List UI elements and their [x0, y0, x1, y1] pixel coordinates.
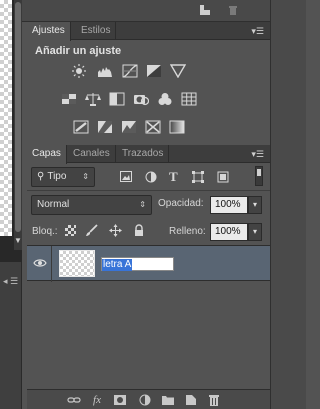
opacity-dropdown-arrow-icon[interactable]: ▾	[248, 196, 262, 214]
filter-kind-dropdown[interactable]: ⚲ Tipo ⇕	[31, 167, 95, 187]
color-lookup-icon[interactable]	[181, 92, 197, 106]
visibility-divider	[51, 246, 52, 282]
panel-menu-icon[interactable]: ◂ ☰	[3, 276, 18, 287]
fill-label: Relleno:	[169, 226, 206, 237]
posterize-icon[interactable]	[97, 120, 113, 134]
link-icon[interactable]	[67, 393, 81, 407]
layer-name-input[interactable]: letra A	[101, 257, 174, 271]
text-filter-icon[interactable]: T	[169, 169, 178, 185]
opacity-field[interactable]: 100%	[210, 196, 248, 214]
right-dock-strip	[270, 0, 306, 409]
threshold-icon[interactable]	[121, 120, 137, 134]
invert-icon[interactable]	[73, 120, 89, 134]
image-filter-icon[interactable]	[120, 171, 132, 182]
opacity-label: Opacidad:	[158, 198, 204, 209]
layers-tabbar: Capas Canales Trazados ▾☰	[27, 145, 270, 164]
black-white-icon[interactable]	[109, 92, 125, 106]
photo-filter-icon[interactable]	[133, 92, 149, 106]
curves-icon[interactable]	[122, 64, 138, 78]
panel-menu-icon[interactable]: ▾☰	[251, 22, 264, 40]
scroll-down-arrow-icon[interactable]: ▼	[13, 236, 23, 246]
lock-label: Bloq.:	[32, 226, 58, 237]
vibrance-icon[interactable]	[61, 92, 77, 106]
gradient-map-icon[interactable]	[169, 120, 185, 134]
scroll-thumb[interactable]	[15, 2, 21, 232]
selective-color-icon[interactable]	[145, 120, 161, 134]
adjustment-filter-icon[interactable]	[145, 171, 157, 183]
adjustments-title: Añadir un ajuste	[35, 45, 122, 57]
filter-toggle[interactable]	[255, 166, 263, 186]
updown-arrow-icon: ⇕	[139, 200, 146, 209]
tab-trazados[interactable]: Trazados	[117, 145, 170, 163]
layer-row[interactable]: letra A	[27, 245, 270, 282]
canvas-vertical-scrollbar[interactable]	[14, 0, 22, 250]
levels-icon[interactable]	[97, 64, 113, 78]
gradient-triangle-icon[interactable]	[170, 64, 186, 78]
shape-filter-icon[interactable]	[192, 171, 204, 183]
fill-field[interactable]: 100%	[210, 223, 248, 241]
eye-icon[interactable]	[33, 257, 47, 269]
tab-ajustes[interactable]: Ajustes	[27, 22, 71, 41]
group-folder-icon[interactable]	[161, 393, 175, 407]
search-icon: ⚲	[37, 171, 45, 182]
trash-icon[interactable]	[207, 393, 221, 407]
adjustments-tabbar: Ajustes Estilos ▾☰	[27, 22, 270, 41]
exposure-icon[interactable]	[146, 64, 162, 78]
channel-mixer-icon[interactable]	[157, 92, 173, 106]
layer-name-selection: letra A	[102, 259, 133, 271]
smart-object-filter-icon[interactable]	[217, 171, 229, 183]
canvas-area: ▼	[0, 0, 22, 262]
adjustment-layer-icon[interactable]	[138, 393, 152, 407]
lock-paint-icon[interactable]	[85, 224, 98, 237]
panel-menu-icon[interactable]: ▾☰	[251, 145, 264, 163]
mask-icon[interactable]	[113, 393, 127, 407]
top-panel-strip	[22, 0, 270, 22]
trash-icon[interactable]	[226, 4, 240, 18]
collapsed-panel-strip: ◂ ☰	[0, 262, 22, 409]
new-item-icon[interactable]	[198, 4, 212, 18]
filter-kind-value: Tipo	[47, 171, 67, 182]
new-layer-icon[interactable]	[184, 393, 198, 407]
adjustments-panel: Ajustes Estilos ▾☰ Añadir un ajuste	[27, 22, 270, 140]
tab-capas[interactable]: Capas	[27, 145, 67, 164]
layers-bottom-toolbar: fx	[27, 389, 270, 409]
lock-move-icon[interactable]	[109, 224, 122, 237]
color-balance-icon[interactable]	[85, 92, 101, 106]
fx-icon[interactable]: fx	[90, 393, 104, 407]
layer-thumbnail[interactable]	[59, 250, 95, 277]
tab-estilos[interactable]: Estilos	[76, 22, 117, 40]
tab-canales[interactable]: Canales	[68, 145, 116, 163]
updown-arrow-icon: ⇕	[82, 172, 89, 181]
blend-mode-value: Normal	[37, 199, 70, 210]
fill-dropdown-arrow-icon[interactable]: ▾	[248, 223, 262, 241]
brightness-icon[interactable]	[71, 64, 87, 78]
lock-all-icon[interactable]	[134, 224, 144, 237]
layers-panel: Capas Canales Trazados ▾☰ ⚲ Tipo ⇕ T Norm…	[27, 145, 270, 409]
canvas-transparency	[0, 0, 12, 236]
lock-transparent-icon[interactable]	[65, 225, 76, 236]
blend-mode-dropdown[interactable]: Normal ⇕	[31, 195, 152, 215]
